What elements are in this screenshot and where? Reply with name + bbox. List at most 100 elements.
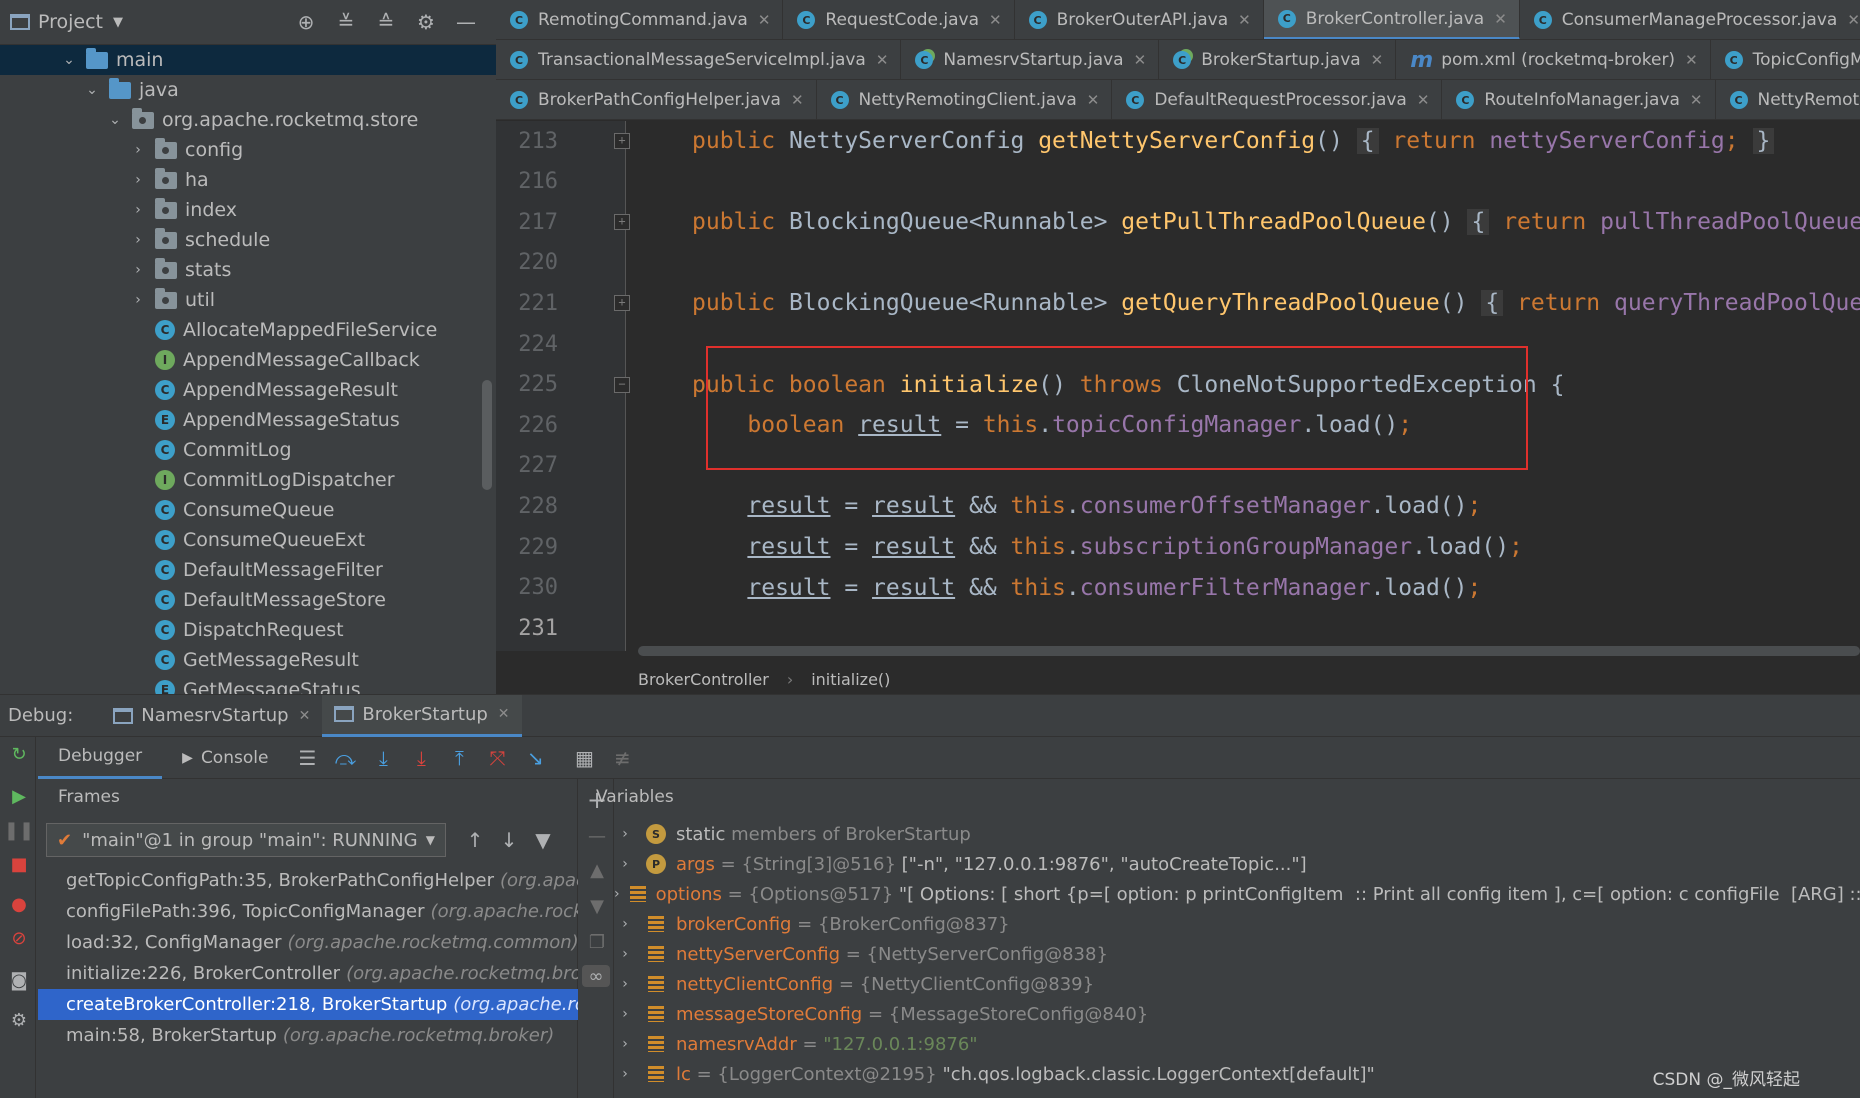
tree-item[interactable]: I AppendMessageCallback [0, 345, 496, 375]
tree-item[interactable]: C GetMessageResult [0, 645, 496, 675]
step-into-icon[interactable]: ⤓ [367, 742, 399, 774]
editor-tab[interactable]: m pom.xml (rocketmq-broker) ✕ [1396, 40, 1711, 79]
collapse-all-icon[interactable]: ≙ [372, 8, 400, 36]
tree-item[interactable]: I CommitLogDispatcher [0, 465, 496, 495]
horizontal-scrollbar[interactable] [638, 646, 1860, 656]
variable-row[interactable]: › messageStoreConfig = {MessageStoreConfi… [614, 999, 1860, 1029]
stop-icon[interactable]: ■ [8, 853, 30, 875]
glasses-icon[interactable]: ∞ [582, 965, 610, 987]
close-icon[interactable]: ✕ [1847, 11, 1860, 29]
chevron-right-icon[interactable]: › [129, 292, 147, 308]
close-icon[interactable]: ✕ [1690, 91, 1703, 109]
tab-console[interactable]: ▶ Console [162, 737, 288, 779]
chevron-down-icon[interactable]: ⌄ [83, 82, 101, 98]
expand-all-icon[interactable]: ≚ [332, 8, 360, 36]
editor-tab[interactable]: C RemotingCommand.java ✕ [496, 0, 784, 39]
close-icon[interactable]: ✕ [299, 708, 311, 724]
fold-expand-icon[interactable]: + [614, 133, 630, 149]
close-icon[interactable]: ✕ [498, 706, 510, 722]
variable-row[interactable]: › nettyServerConfig = {NettyServerConfig@… [614, 939, 1860, 969]
chevron-right-icon[interactable]: › [614, 946, 636, 962]
tree-item[interactable]: E AppendMessageStatus [0, 405, 496, 435]
mute-breakpoints-icon[interactable]: ⊘ [8, 927, 30, 949]
layout-icon[interactable]: ☰ [291, 742, 323, 774]
move-down-icon[interactable]: ▼ [586, 895, 608, 917]
tree-item[interactable]: C AppendMessageResult [0, 375, 496, 405]
editor-tab[interactable]: C RouteInfoManager.java ✕ [1442, 80, 1716, 119]
fold-expand-icon[interactable]: + [614, 214, 630, 231]
view-breakpoints-icon[interactable]: ● [8, 893, 30, 915]
tree-item[interactable]: › index [0, 195, 496, 225]
drop-frame-icon[interactable]: ⤧ [481, 742, 513, 774]
pause-icon[interactable]: ❚❚ [4, 819, 34, 841]
editor-tab[interactable]: C NettyRemotingAbstract.jav [1716, 80, 1860, 119]
variable-row[interactable]: › brokerConfig = {BrokerConfig@837} [614, 909, 1860, 939]
code-line[interactable]: 217 + public BlockingQueue<Runnable> getPu… [496, 202, 1860, 242]
frame-row[interactable]: configFilePath:396, TopicConfigManager (o… [38, 896, 578, 927]
editor-tab[interactable]: C TransactionalMessageServiceImpl.java ✕ [496, 40, 902, 79]
chevron-right-icon[interactable]: › [614, 1036, 636, 1052]
editor-tab[interactable]: CTopicConfigManager.java✕ [1711, 40, 1860, 79]
camera-icon[interactable]: ◙ [8, 969, 30, 991]
variable-row[interactable]: › Pargs = {String[3]@516} ["-n", "127.0.0… [614, 849, 1860, 879]
close-icon[interactable]: ✕ [989, 11, 1002, 29]
step-out-icon[interactable]: ⤒ [443, 742, 475, 774]
close-icon[interactable]: ✕ [1685, 51, 1698, 69]
chevron-right-icon[interactable]: › [129, 262, 147, 278]
frame-row[interactable]: getTopicConfigPath:35, BrokerPathConfigH… [38, 865, 578, 896]
chevron-right-icon[interactable]: › [129, 202, 147, 218]
code-line[interactable]: 216 [496, 162, 1860, 202]
editor-tab[interactable]: C NamesrvStartup.java ✕ [901, 40, 1160, 79]
frame-row[interactable]: initialize:226, BrokerController (org.apa… [38, 958, 578, 989]
variable-row[interactable]: › namesrvAddr = "127.0.0.1:9876" [614, 1029, 1860, 1059]
move-up-icon[interactable]: ▲ [586, 859, 608, 881]
code-line[interactable]: 220 [496, 243, 1860, 283]
close-icon[interactable]: ✕ [1238, 11, 1251, 29]
tree-item[interactable]: E GetMessageStatus [0, 675, 496, 694]
tree-item[interactable]: C DispatchRequest [0, 615, 496, 645]
editor-tab[interactable]: C BrokerStartup.java ✕ [1159, 40, 1397, 79]
frame-row[interactable]: main:58, BrokerStartup (org.apache.rocket… [38, 1020, 578, 1051]
tree-item[interactable]: ⌄ org.apache.rocketmq.store [0, 105, 496, 135]
close-icon[interactable]: ✕ [1134, 51, 1147, 69]
editor-tab[interactable]: C NettyRemotingClient.java ✕ [817, 80, 1113, 119]
tab-debugger[interactable]: Debugger [38, 737, 163, 779]
step-over-icon[interactable]: ⤼ [329, 742, 361, 774]
close-icon[interactable]: ✕ [1087, 91, 1100, 109]
resume-icon[interactable]: ▶ [8, 785, 30, 807]
tree-item[interactable]: C AllocateMappedFileService [0, 315, 496, 345]
tree-item[interactable]: › schedule [0, 225, 496, 255]
close-icon[interactable]: ✕ [758, 11, 771, 29]
frame-row[interactable]: load:32, ConfigManager (org.apache.rocket… [38, 927, 578, 958]
project-scrollbar[interactable] [482, 380, 492, 490]
variable-row[interactable]: › Sstatic members of BrokerStartup [614, 819, 1860, 849]
thread-select[interactable]: ✔ "main"@1 in group "main": RUNNING ▼ [46, 823, 446, 857]
chevron-right-icon[interactable]: › [614, 886, 620, 902]
evaluate-expression-icon[interactable]: ▦ [568, 742, 600, 774]
chevron-down-icon[interactable]: ▼ [113, 15, 123, 30]
code-line[interactable]: 229 result = result && this.subscription… [496, 527, 1860, 567]
tree-item[interactable]: C CommitLog [0, 435, 496, 465]
variable-row[interactable]: › nettyClientConfig = {NettyClientConfig@… [614, 969, 1860, 999]
editor-tab[interactable]: C BrokerPathConfigHelper.java ✕ [496, 80, 817, 119]
breadcrumb-method[interactable]: initialize() [811, 670, 890, 689]
chevron-right-icon[interactable]: › [614, 916, 636, 932]
chevron-right-icon[interactable]: › [129, 232, 147, 248]
arrow-down-icon[interactable]: ↓ [496, 827, 522, 853]
code-line[interactable]: 228 result = result && this.consumerOffs… [496, 486, 1860, 526]
settings-icon[interactable]: ⚙ [8, 1009, 30, 1031]
code-line[interactable]: 213 + public NettyServerConfig getNettySer… [496, 121, 1860, 161]
minimize-icon[interactable]: — [452, 8, 480, 36]
project-title[interactable]: Project [38, 11, 103, 33]
code-line[interactable]: 231 [496, 608, 1860, 648]
filter-icon[interactable]: ▼ [530, 827, 556, 853]
editor-tab[interactable]: C RequestCode.java ✕ [783, 0, 1015, 39]
tree-item[interactable]: ⌄ main [0, 45, 496, 75]
close-icon[interactable]: ✕ [1494, 10, 1507, 28]
tree-item[interactable]: › util [0, 285, 496, 315]
chevron-right-icon[interactable]: › [614, 976, 636, 992]
code-line[interactable]: 230 result = result && this.consumerFilt… [496, 568, 1860, 608]
run-to-cursor-icon[interactable]: ↘ [519, 742, 551, 774]
chevron-right-icon[interactable]: › [614, 1066, 636, 1082]
chevron-down-icon[interactable]: ⌄ [60, 52, 78, 68]
